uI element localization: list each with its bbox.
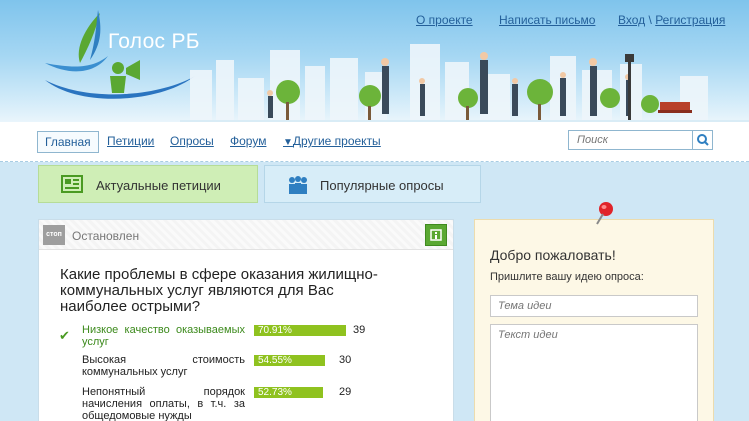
poll-answer-text: Высокая стоимость коммунальных услуг bbox=[82, 354, 245, 378]
idea-title-input[interactable] bbox=[490, 295, 698, 317]
poll-answer-text: Низкое качество оказываемых услуг bbox=[82, 324, 245, 348]
poll-answer-percent: 54.55% bbox=[258, 355, 292, 366]
nav-forum[interactable]: Форум bbox=[230, 131, 266, 153]
nav-polls[interactable]: Опросы bbox=[170, 131, 214, 153]
nav-petitions[interactable]: Петиции bbox=[107, 131, 154, 153]
nav-home[interactable]: Главная bbox=[37, 131, 99, 153]
logo-bird-icon[interactable] bbox=[40, 8, 200, 108]
search-box bbox=[568, 130, 713, 150]
tab-actual-petitions[interactable]: Актуальные петиции bbox=[38, 165, 258, 203]
auth-links: Вход \ Регистрация bbox=[618, 13, 725, 27]
info-icon bbox=[430, 229, 442, 241]
idea-text-input[interactable] bbox=[490, 324, 698, 421]
about-link[interactable]: О проекте bbox=[416, 13, 473, 27]
write-letter-link-wrap: Написать письмо bbox=[499, 13, 595, 27]
pushpin-icon bbox=[596, 202, 613, 225]
poll-answer[interactable]: Непонятный порядок начисления оплаты, в … bbox=[39, 386, 453, 421]
tab-popular-polls-label: Популярные опросы bbox=[320, 178, 444, 193]
tab-popular-polls[interactable]: Популярные опросы bbox=[264, 165, 481, 203]
nav-other-projects[interactable]: ▼Другие проекты bbox=[283, 131, 381, 153]
stop-badge: стоп bbox=[43, 225, 65, 245]
register-link[interactable]: Регистрация bbox=[655, 13, 725, 27]
search-input[interactable] bbox=[569, 131, 691, 149]
about-link-wrap: О проекте bbox=[416, 13, 473, 27]
poll-answer[interactable]: ✔ Низкое качество оказываемых услуг 70.9… bbox=[39, 324, 453, 358]
tab-actual-petitions-label: Актуальные петиции bbox=[96, 178, 221, 193]
poll-answer-count: 29 bbox=[339, 386, 352, 398]
document-icon bbox=[61, 175, 83, 193]
city-skyline-illustration bbox=[180, 44, 749, 126]
triangle-down-icon: ▼ bbox=[283, 137, 293, 148]
poll-answer-count: 39 bbox=[353, 324, 366, 336]
poll-answer[interactable]: Высокая стоимость коммунальных услуг 54.… bbox=[39, 354, 453, 388]
poll-info-button[interactable] bbox=[425, 224, 447, 246]
people-icon bbox=[289, 176, 307, 194]
write-letter-link[interactable]: Написать письмо bbox=[499, 13, 595, 27]
poll-header: стоп Остановлен bbox=[39, 220, 453, 250]
checkmark-icon: ✔ bbox=[59, 328, 70, 343]
poll-status: Остановлен bbox=[72, 229, 140, 243]
poll-answer-percent: 70.91% bbox=[258, 325, 292, 336]
poll-answer-count: 30 bbox=[339, 354, 352, 366]
poll-panel: стоп Остановлен Какие проблемы в сфере о… bbox=[38, 219, 454, 421]
auth-separator: \ bbox=[648, 13, 652, 27]
poll-answer-text: Непонятный порядок начисления оплаты, в … bbox=[82, 386, 245, 421]
login-link[interactable]: Вход bbox=[618, 13, 645, 27]
search-icon bbox=[697, 134, 709, 146]
nav-other-projects-label[interactable]: Другие проекты bbox=[293, 134, 381, 148]
search-button[interactable] bbox=[692, 131, 712, 149]
welcome-subtitle: Пришлите вашу идею опроса: bbox=[490, 271, 644, 283]
welcome-panel: Добро пожаловать! Пришлите вашу идею опр… bbox=[474, 219, 714, 421]
poll-answer-percent: 52.73% bbox=[258, 387, 292, 398]
poll-answer-bar: 52.73% bbox=[254, 387, 374, 398]
welcome-title: Добро пожаловать! bbox=[490, 247, 616, 263]
poll-question: Какие проблемы в сфере оказания жилищно-… bbox=[60, 266, 378, 315]
site-header: Голос РБ О проекте Написать письмо Вход … bbox=[0, 0, 749, 126]
poll-answer-bar: 54.55% bbox=[254, 355, 374, 366]
